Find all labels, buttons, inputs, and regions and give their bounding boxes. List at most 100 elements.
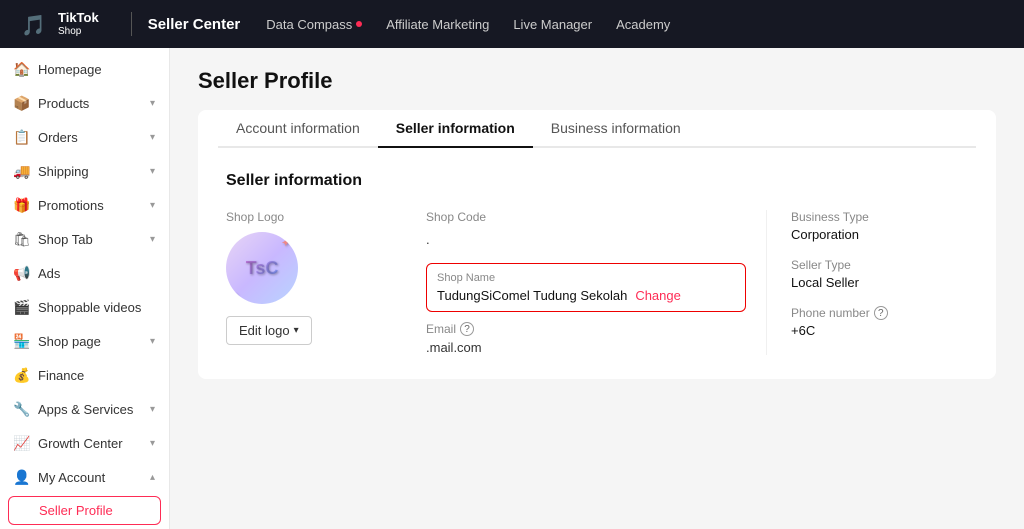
sidebar-item-label: Apps & Services [38,402,133,417]
phone-help-icon[interactable]: ? [874,306,888,320]
chevron-down-icon: ▾ [294,325,299,336]
sidebar: 🏠 Homepage 📦 Products ▾ 📋 Orders ▾ 🚚 Shi… [0,48,170,529]
products-icon: 📦 [14,95,30,111]
seller-type-field: Seller Type Local Seller [791,258,968,290]
main-content: Seller Profile Account information Selle… [170,48,1024,529]
email-area: Email ? .mail.com [426,322,746,355]
phone-number-value: +6C [791,323,968,338]
sidebar-item-label: Promotions [38,198,104,213]
nav-links: Data Compass Affiliate Marketing Live Ma… [256,11,680,38]
edit-logo-button[interactable]: Edit logo ▾ [226,316,312,345]
sidebar-item-my-account[interactable]: 👤 My Account ▴ [0,460,169,494]
shop-logo-text: TsC [246,258,279,279]
sidebar-item-label: Ads [38,266,60,281]
chevron-down-icon: ▾ [150,404,155,415]
sidebar-item-shop-tab[interactable]: 🛍 Shop Tab ▾ [0,222,169,256]
sidebar-item-label: Homepage [38,62,102,77]
svg-text:🎵: 🎵 [21,14,46,37]
data-compass-link[interactable]: Data Compass [256,11,372,38]
chevron-down-icon: ▾ [150,200,155,211]
sidebar-item-label: Shop Tab [38,232,93,247]
change-shop-name-link[interactable]: Change [635,288,681,303]
shop-code-value: . [426,232,746,247]
shipping-icon: 🚚 [14,163,30,179]
tab-seller-information[interactable]: Seller information [378,110,533,148]
chevron-down-icon: ▾ [150,98,155,109]
sidebar-item-homepage[interactable]: 🏠 Homepage [0,52,169,86]
finance-icon: 💰 [14,367,30,383]
live-manager-link[interactable]: Live Manager [503,11,602,38]
main-layout: 🏠 Homepage 📦 Products ▾ 📋 Orders ▾ 🚚 Shi… [0,48,1024,529]
tab-business-information[interactable]: Business information [533,110,699,148]
home-icon: 🏠 [14,61,30,77]
email-label: Email ? [426,322,746,336]
sidebar-item-promotions[interactable]: 🎁 Promotions ▾ [0,188,169,222]
my-account-submenu: Seller Profile Account Settings Linked T… [0,496,169,529]
chevron-up-icon: ▴ [150,472,155,483]
chevron-down-icon: ▾ [150,438,155,449]
seller-type-value: Local Seller [791,275,968,290]
ads-icon: 📢 [14,265,30,281]
sidebar-item-seller-profile[interactable]: Seller Profile [8,496,161,525]
edit-logo-label: Edit logo [239,323,290,338]
chevron-down-icon: ▾ [150,132,155,143]
business-type-label: Business Type [791,210,968,224]
growth-icon: 📈 [14,435,30,451]
chevron-down-icon: ▾ [150,166,155,177]
business-type-value: Corporation [791,227,968,242]
chevron-down-icon: ▾ [150,336,155,347]
shop-name-value: TudungSiComel Tudung Sekolah Change [437,288,735,303]
sparkle-icon: ✦ [232,291,239,300]
chevron-down-icon: ▾ [150,234,155,245]
promotions-icon: 🎁 [14,197,30,213]
sidebar-item-label: My Account [38,470,105,485]
sidebar-item-products[interactable]: 📦 Products ▾ [0,86,169,120]
shop-name-text: TudungSiComel Tudung Sekolah [437,288,627,303]
shop-page-icon: 🏪 [14,333,30,349]
sidebar-item-label: Shipping [38,164,89,179]
shop-code-area: Shop Code . Shop Name TudungSiComel Tudu… [426,210,766,355]
sidebar-item-label: Shoppable videos [38,300,141,315]
seller-type-label: Seller Type [791,258,968,272]
business-type-field: Business Type Corporation [791,210,968,242]
shop-logo: TsC ✦ ✦ [226,232,298,304]
sidebar-item-orders[interactable]: 📋 Orders ▾ [0,120,169,154]
email-help-icon[interactable]: ? [460,322,474,336]
page-title: Seller Profile [198,68,996,94]
account-icon: 👤 [14,469,30,485]
sidebar-item-finance[interactable]: 💰 Finance [0,358,169,392]
top-navigation: 🎵 TikTok Shop Seller Center Data Compass… [0,0,1024,48]
sidebar-item-label: Finance [38,368,84,383]
shop-name-box: Shop Name TudungSiComel Tudung Sekolah C… [426,263,746,312]
sidebar-item-shoppable-videos[interactable]: 🎬 Shoppable videos [0,290,169,324]
shop-name-label: Shop Name [437,272,735,284]
info-grid: Shop Logo TsC ✦ ✦ Edit logo ▾ Shop Code [226,210,968,355]
videos-icon: 🎬 [14,299,30,315]
tiktok-logo: 🎵 TikTok Shop [16,6,99,42]
sidebar-item-ads[interactable]: 📢 Ads [0,256,169,290]
apps-icon: 🔧 [14,401,30,417]
sidebar-item-growth-center[interactable]: 📈 Growth Center ▾ [0,426,169,460]
sidebar-item-label: Shop page [38,334,101,349]
affiliate-marketing-link[interactable]: Affiliate Marketing [376,11,499,38]
sidebar-item-shop-page[interactable]: 🏪 Shop page ▾ [0,324,169,358]
seller-center-label: Seller Center [148,16,241,33]
nav-divider [131,12,132,36]
sidebar-item-label: Products [38,96,89,111]
card-title: Seller information [226,172,968,190]
tiktok-logo-icon: 🎵 [16,6,52,42]
academy-link[interactable]: Academy [606,11,680,38]
sidebar-item-apps-services[interactable]: 🔧 Apps & Services ▾ [0,392,169,426]
sidebar-item-shipping[interactable]: 🚚 Shipping ▾ [0,154,169,188]
sidebar-item-label: Growth Center [38,436,123,451]
email-value: .mail.com [426,340,746,355]
notification-dot [356,21,362,27]
sparkle-icon: ✦ [282,238,290,249]
orders-icon: 📋 [14,129,30,145]
business-info-area: Business Type Corporation Seller Type Lo… [766,210,968,355]
shop-logo-area: Shop Logo TsC ✦ ✦ Edit logo ▾ [226,210,426,355]
seller-info-card: Seller information Shop Logo TsC ✦ ✦ Edi… [198,148,996,379]
phone-number-label: Phone number ? [791,306,968,320]
shop-code-label: Shop Code [426,210,746,224]
tab-account-information[interactable]: Account information [218,110,378,148]
